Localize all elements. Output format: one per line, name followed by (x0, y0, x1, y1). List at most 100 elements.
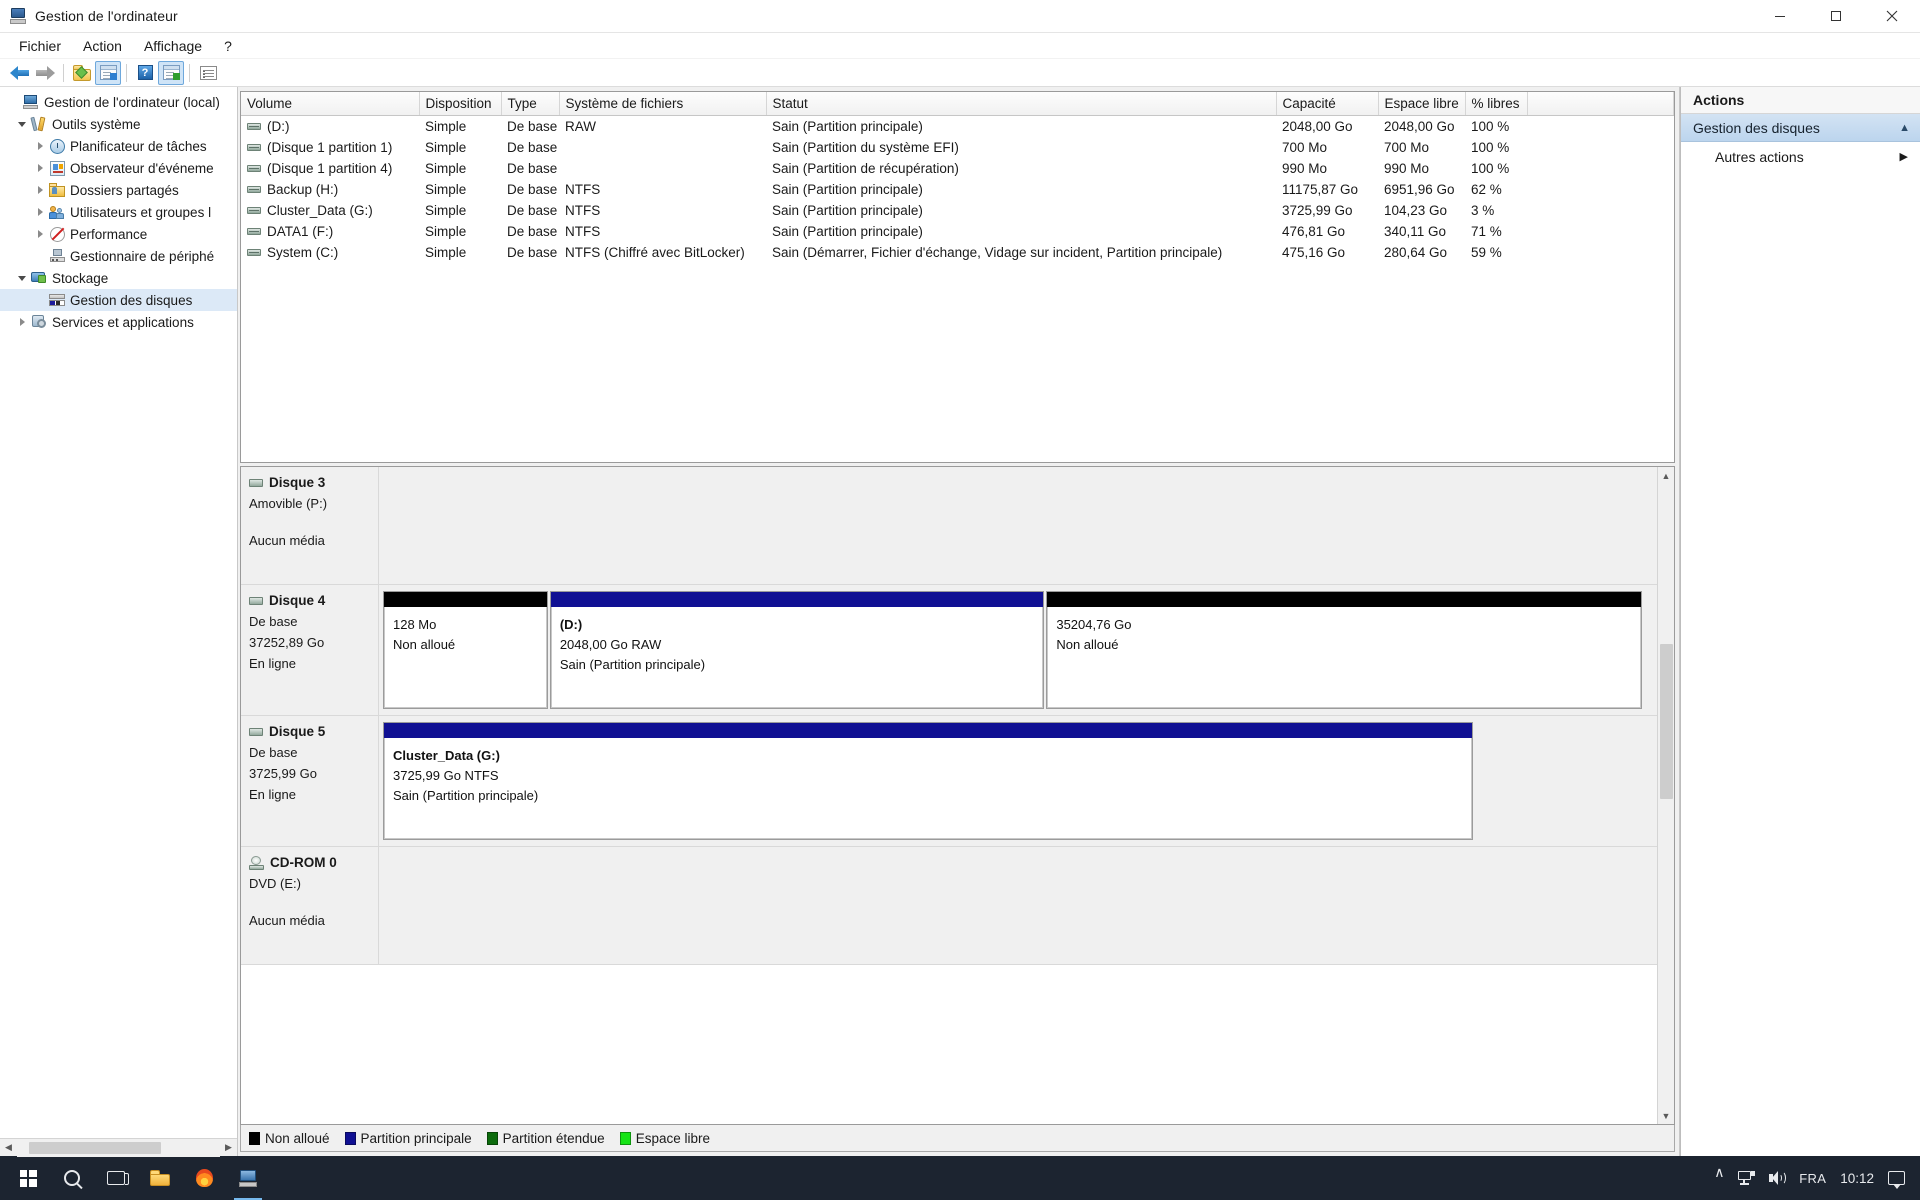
partition-d-drive[interactable]: (D:) 2048,00 Go RAW Sain (Partition prin… (549, 591, 1045, 709)
col-disposition[interactable]: Disposition (419, 92, 502, 116)
firefox-icon[interactable] (182, 1156, 226, 1200)
tree-item-observateur[interactable]: Observateur d'événeme (0, 157, 237, 179)
expander-open-icon[interactable] (14, 275, 30, 281)
close-button[interactable] (1864, 0, 1920, 33)
maximize-button[interactable] (1808, 0, 1864, 33)
volume-icon[interactable] (1762, 1156, 1792, 1200)
expander-closed-icon[interactable] (14, 318, 30, 326)
volume-label: (Disque 1 partition 4) (267, 160, 393, 176)
expander-closed-icon[interactable] (32, 164, 48, 172)
tree-item-label: Planificateur de tâches (70, 138, 207, 154)
scroll-down-arrow-icon[interactable]: ▼ (1658, 1107, 1674, 1124)
forward-arrow-icon[interactable] (32, 61, 58, 85)
up-folder-icon[interactable] (69, 61, 95, 85)
notifications-icon[interactable] (1881, 1156, 1912, 1200)
scroll-thumb[interactable] (1660, 644, 1673, 799)
properties-list-icon[interactable] (195, 61, 221, 85)
disk-row-disque-3[interactable]: Disque 3 Amovible (P:) Aucun média (241, 467, 1657, 585)
col-volume[interactable]: Volume (241, 92, 420, 116)
actions-item-autres-actions[interactable]: Autres actions ▶ (1681, 142, 1920, 171)
table-row[interactable]: (Disque 1 partition 4) Simple De base Sa… (241, 158, 1674, 179)
tree-item-gestion-des-disques[interactable]: Gestion des disques (0, 289, 237, 311)
partition-unallocated-2[interactable]: 35204,76 Go Non alloué (1046, 591, 1643, 709)
tree-item-utilisateurs-groupes[interactable]: Utilisateurs et groupes l (0, 201, 237, 223)
tree-item-dossiers-partages[interactable]: Dossiers partagés (0, 179, 237, 201)
scroll-up-arrow-icon[interactable]: ▲ (1658, 467, 1674, 484)
show-hidden-icons-chevron[interactable] (1707, 1156, 1731, 1200)
language-indicator[interactable]: FRA (1792, 1156, 1833, 1200)
partition-unallocated-1[interactable]: 128 Mo Non alloué (383, 591, 548, 709)
scroll-thumb[interactable] (29, 1141, 161, 1154)
actions-section-disk-management[interactable]: Gestion des disques ▲ (1681, 114, 1920, 142)
tree-root-node[interactable]: Gestion de l'ordinateur (local) (0, 91, 237, 113)
tree-item-outils-systeme[interactable]: Outils système (0, 113, 237, 135)
actions-title: Actions (1681, 87, 1920, 114)
help-icon[interactable]: ? (132, 61, 158, 85)
taskbar-clock[interactable]: 10:12 (1833, 1156, 1881, 1200)
disk-row-disque-5[interactable]: Disque 5 De base 3725,99 Go En ligne Clu… (241, 716, 1657, 847)
menu-affichage[interactable]: Affichage (133, 35, 213, 57)
cell-spacer (1527, 115, 1674, 137)
tree-item-services-applications[interactable]: Services et applications (0, 311, 237, 333)
menu-fichier[interactable]: Fichier (8, 35, 72, 57)
partition-inner: (D:) 2048,00 Go RAW Sain (Partition prin… (550, 607, 1044, 708)
tree-item-planificateur[interactable]: Planificateur de tâches (0, 135, 237, 157)
cell-freespace: 6951,96 Go (1384, 181, 1455, 197)
cell-freespace: 340,11 Go (1384, 223, 1447, 239)
col-status[interactable]: Statut (766, 92, 1277, 116)
col-type[interactable]: Type (501, 92, 560, 116)
tree-item-gestionnaire-peripheriques[interactable]: Gestionnaire de périphé (0, 245, 237, 267)
tree-horizontal-scrollbar[interactable]: ◀ ▶ (0, 1138, 237, 1157)
tree-item-performance[interactable]: Performance (0, 223, 237, 245)
table-row[interactable]: (D:) Simple De base RAW Sain (Partition … (241, 115, 1674, 137)
table-row[interactable]: (Disque 1 partition 1) Simple De base Sa… (241, 137, 1674, 158)
table-row[interactable]: System (C:) Simple De base NTFS (Chiffré… (241, 242, 1674, 263)
expander-closed-icon[interactable] (32, 142, 48, 150)
scroll-track[interactable] (1658, 484, 1674, 1107)
partition-color-bar (384, 592, 547, 607)
expander-closed-icon[interactable] (32, 208, 48, 216)
partition-body: Cluster_Data (G:) 3725,99 Go NTFS Sain (… (385, 738, 1471, 838)
expander-closed-icon[interactable] (32, 230, 48, 238)
scroll-right-arrow-icon[interactable]: ▶ (220, 1139, 237, 1157)
collapse-chevron-up-icon[interactable]: ▲ (1899, 122, 1910, 134)
network-icon[interactable] (1731, 1156, 1762, 1200)
cell-volume: Backup (H:) (241, 179, 419, 200)
back-arrow-icon[interactable] (6, 61, 32, 85)
table-row[interactable]: Backup (H:) Simple De base NTFS Sain (Pa… (241, 179, 1674, 200)
tree-item-stockage[interactable]: Stockage (0, 267, 237, 289)
minimize-button[interactable] (1752, 0, 1808, 33)
cell-filesystem: RAW (565, 118, 596, 134)
col-filesystem[interactable]: Système de fichiers (559, 92, 767, 116)
performance-icon (48, 226, 66, 242)
col-pctfree[interactable]: % libres (1465, 92, 1528, 116)
expander-closed-icon[interactable] (32, 186, 48, 194)
cell-capacity: 476,81 Go (1282, 223, 1346, 239)
disk-line-1: DVD (E:) (249, 876, 301, 891)
disk-row-disque-4[interactable]: Disque 4 De base 37252,89 Go En ligne 12… (241, 585, 1657, 716)
windows-start-icon[interactable] (6, 1156, 50, 1200)
search-icon[interactable] (50, 1156, 94, 1200)
computer-management-taskbar-icon[interactable] (226, 1156, 270, 1200)
scroll-left-arrow-icon[interactable]: ◀ (0, 1139, 17, 1157)
submenu-chevron-right-icon[interactable]: ▶ (1900, 150, 1908, 163)
show-action-pane-icon[interactable] (158, 60, 184, 85)
expander-open-icon[interactable] (14, 121, 30, 127)
col-capacity[interactable]: Capacité (1276, 92, 1379, 116)
table-row[interactable]: Cluster_Data (G:) Simple De base NTFS Sa… (241, 200, 1674, 221)
col-freespace[interactable]: Espace libre (1378, 92, 1466, 116)
table-row[interactable]: DATA1 (F:) Simple De base NTFS Sain (Par… (241, 221, 1674, 242)
show-console-tree-icon[interactable] (95, 60, 121, 85)
menu-action[interactable]: Action (72, 35, 133, 57)
file-explorer-icon[interactable] (138, 1156, 182, 1200)
scroll-track[interactable] (17, 1138, 220, 1157)
graph-vertical-scrollbar[interactable]: ▲ ▼ (1657, 467, 1674, 1124)
cell-status: Sain (Partition principale) (772, 223, 923, 239)
disk-row-cdrom-0[interactable]: CD-ROM 0 DVD (E:) Aucun média (241, 847, 1657, 965)
menu-help[interactable]: ? (213, 35, 243, 57)
tree-item-label: Gestionnaire de périphé (70, 248, 215, 264)
partition-cluster-data[interactable]: Cluster_Data (G:) 3725,99 Go NTFS Sain (… (383, 722, 1474, 840)
task-view-icon[interactable] (94, 1156, 138, 1200)
col-spacer[interactable] (1527, 92, 1674, 116)
cell-capacity: 990 Mo (1282, 160, 1328, 176)
